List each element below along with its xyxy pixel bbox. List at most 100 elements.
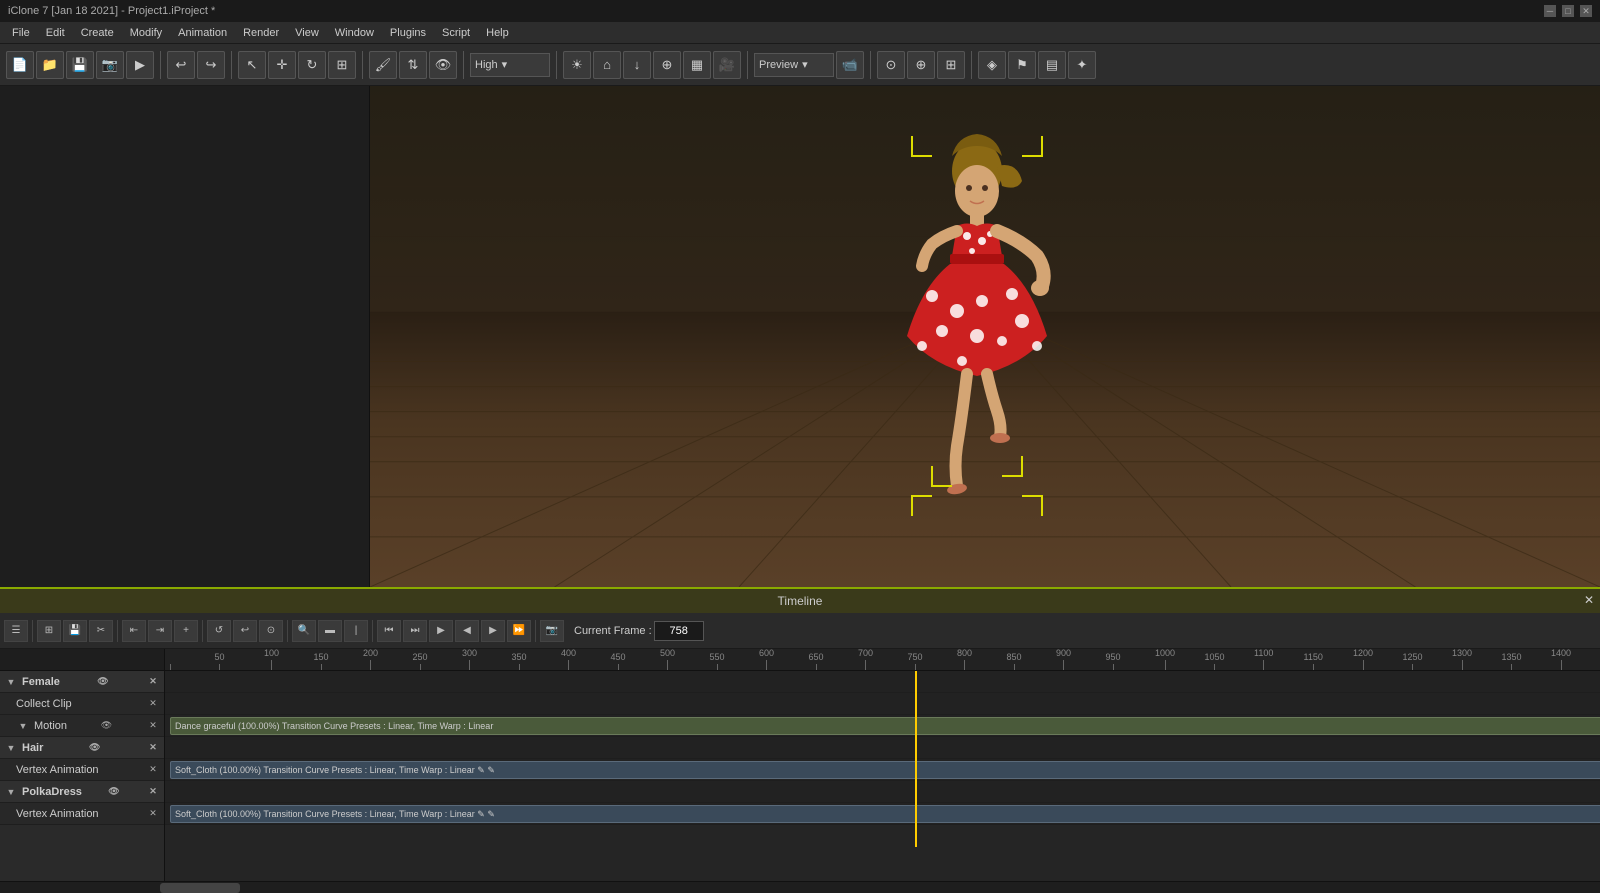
female-close-icon[interactable]: ✕ bbox=[146, 675, 160, 689]
tl-prev-btn[interactable]: ◀ bbox=[455, 620, 479, 642]
action4-button[interactable]: ✦ bbox=[1068, 51, 1096, 79]
hair-vertex-clip[interactable]: Soft_Cloth (100.00%) Transition Curve Pr… bbox=[170, 761, 1600, 779]
hair-expand-icon[interactable]: ▼ bbox=[4, 741, 18, 755]
menu-window[interactable]: Window bbox=[327, 25, 382, 41]
track-area[interactable]: 5010015020025030035040045050055060065070… bbox=[165, 649, 1600, 881]
playhead[interactable] bbox=[915, 671, 917, 847]
menu-animation[interactable]: Animation bbox=[170, 25, 235, 41]
flag-button[interactable]: ⚑ bbox=[1008, 51, 1036, 79]
maximize-button[interactable]: □ bbox=[1562, 5, 1574, 17]
ruler-mark: 200 bbox=[363, 649, 378, 670]
move-button[interactable]: ✛ bbox=[268, 51, 296, 79]
motion-eye-icon[interactable]: 👁 bbox=[100, 719, 114, 733]
timeline-close-button[interactable]: ✕ bbox=[1584, 593, 1594, 607]
horizontal-scrollbar[interactable] bbox=[0, 881, 1600, 893]
tl-zoom-in-btn[interactable]: 🔍 bbox=[292, 620, 316, 642]
timeline-toolbar: ☰ ⊞ 💾 ✂ ⇤ ⇥ + ↺ ↩ ⊙ 🔍 ▬ | ⏮ ⏭ ▶ ◀ ▶ ⏩ 📷 … bbox=[0, 613, 1600, 649]
motion-close-icon[interactable]: ✕ bbox=[146, 719, 160, 733]
collect-clip-close-icon[interactable]: ✕ bbox=[146, 697, 160, 711]
menu-script[interactable]: Script bbox=[434, 25, 478, 41]
tl-save-btn[interactable]: 💾 bbox=[63, 620, 87, 642]
hair-vertex-track-content[interactable]: Soft_Cloth (100.00%) Transition Curve Pr… bbox=[165, 759, 1600, 781]
tool2-button[interactable]: ⊕ bbox=[907, 51, 935, 79]
video-button[interactable]: 📹 bbox=[836, 51, 864, 79]
ruler-mark: 1200 bbox=[1353, 649, 1373, 670]
tl-grid-btn[interactable]: ⊞ bbox=[37, 620, 61, 642]
move2-button[interactable]: ⇅ bbox=[399, 51, 427, 79]
tl-next-btn[interactable]: ▶ bbox=[481, 620, 505, 642]
female-eye-icon[interactable]: 👁 bbox=[96, 675, 110, 689]
tl-next-frame-btn[interactable]: ⇥ bbox=[148, 620, 172, 642]
current-frame-input[interactable] bbox=[654, 621, 704, 641]
redo-button[interactable]: ↪ bbox=[197, 51, 225, 79]
polka-vertex-track-content[interactable]: Soft_Cloth (100.00%) Transition Curve Pr… bbox=[165, 803, 1600, 825]
tl-menu-btn[interactable]: ☰ bbox=[4, 620, 28, 642]
scroll-thumb[interactable] bbox=[160, 883, 240, 893]
tl-loop-btn[interactable]: ↺ bbox=[207, 620, 231, 642]
new-button[interactable]: 📄 bbox=[6, 51, 34, 79]
tl-bar-btn[interactable]: ▬ bbox=[318, 620, 342, 642]
polka-vertex-close-icon[interactable]: ✕ bbox=[146, 807, 160, 821]
sun-button[interactable]: ☀ bbox=[563, 51, 591, 79]
screenshot-button[interactable]: 📷 bbox=[96, 51, 124, 79]
rotate-button[interactable]: ↻ bbox=[298, 51, 326, 79]
ruler-mark: 350 bbox=[512, 652, 527, 670]
tl-skipend-btn[interactable]: ⏭ bbox=[403, 620, 427, 642]
action1-button[interactable]: ◈ bbox=[978, 51, 1006, 79]
tl-prev-frame-btn[interactable]: ⇤ bbox=[122, 620, 146, 642]
polka-eye-icon[interactable]: 👁 bbox=[107, 785, 121, 799]
hair-eye-icon[interactable]: 👁 bbox=[88, 741, 102, 755]
save-button[interactable]: 💾 bbox=[66, 51, 94, 79]
tl-bar2-btn[interactable]: | bbox=[344, 620, 368, 642]
viewport[interactable] bbox=[370, 86, 1600, 587]
hair-close-icon[interactable]: ✕ bbox=[146, 741, 160, 755]
tl-clip-btn[interactable]: ✂ bbox=[89, 620, 113, 642]
sep5 bbox=[556, 51, 557, 79]
undo-button[interactable]: ↩ bbox=[167, 51, 195, 79]
menu-edit[interactable]: Edit bbox=[38, 25, 73, 41]
tl-cam-btn[interactable]: 📷 bbox=[540, 620, 564, 642]
tool3-button[interactable]: ⊞ bbox=[937, 51, 965, 79]
tool1-button[interactable]: ⊙ bbox=[877, 51, 905, 79]
quality-dropdown[interactable]: High ▾ bbox=[470, 53, 550, 77]
cam-button[interactable]: 🎥 bbox=[713, 51, 741, 79]
motion-clip[interactable]: Dance graceful (100.00%) Transition Curv… bbox=[170, 717, 1600, 735]
record-button[interactable]: ▶ bbox=[126, 51, 154, 79]
menu-create[interactable]: Create bbox=[73, 25, 122, 41]
polka-close-icon[interactable]: ✕ bbox=[146, 785, 160, 799]
menu-file[interactable]: File bbox=[4, 25, 38, 41]
close-button[interactable]: ✕ bbox=[1580, 5, 1592, 17]
motion-track-content[interactable]: Dance graceful (100.00%) Transition Curv… bbox=[165, 715, 1600, 737]
ruler-mark: 1350 bbox=[1502, 652, 1522, 670]
menu-modify[interactable]: Modify bbox=[122, 25, 170, 41]
grid-button[interactable]: ▦ bbox=[683, 51, 711, 79]
window-controls[interactable]: ─ □ ✕ bbox=[1544, 5, 1592, 17]
menu-help[interactable]: Help bbox=[478, 25, 517, 41]
scene-button[interactable]: ⊕ bbox=[653, 51, 681, 79]
hair-vertex-close-icon[interactable]: ✕ bbox=[146, 763, 160, 777]
scale-button[interactable]: ⊞ bbox=[328, 51, 356, 79]
ruler-mark: 400 bbox=[561, 649, 576, 670]
motion-expand-icon[interactable]: ▼ bbox=[16, 719, 30, 733]
preview-dropdown[interactable]: Preview ▾ bbox=[754, 53, 834, 77]
tl-end-btn[interactable]: ⏩ bbox=[507, 620, 531, 642]
female-expand-icon[interactable]: ▼ bbox=[4, 675, 18, 689]
menu-render[interactable]: Render bbox=[235, 25, 287, 41]
open-button[interactable]: 📁 bbox=[36, 51, 64, 79]
paint-button[interactable]: 🖌 bbox=[369, 51, 397, 79]
tl-undo-btn[interactable]: ↩ bbox=[233, 620, 257, 642]
home-button[interactable]: ⌂ bbox=[593, 51, 621, 79]
tl-motion-btn[interactable]: ⊙ bbox=[259, 620, 283, 642]
menu-view[interactable]: View bbox=[287, 25, 327, 41]
select-button[interactable]: ↖ bbox=[238, 51, 266, 79]
polka-expand-icon[interactable]: ▼ bbox=[4, 785, 18, 799]
eye-button[interactable]: 👁 bbox=[429, 51, 457, 79]
tl-add-btn[interactable]: + bbox=[174, 620, 198, 642]
minimize-button[interactable]: ─ bbox=[1544, 5, 1556, 17]
action3-button[interactable]: ▤ bbox=[1038, 51, 1066, 79]
polka-vertex-clip[interactable]: Soft_Cloth (100.00%) Transition Curve Pr… bbox=[170, 805, 1600, 823]
tl-skipstart-btn[interactable]: ⏮ bbox=[377, 620, 401, 642]
menu-plugins[interactable]: Plugins bbox=[382, 25, 434, 41]
tl-play-btn[interactable]: ▶ bbox=[429, 620, 453, 642]
dl-button[interactable]: ↓ bbox=[623, 51, 651, 79]
